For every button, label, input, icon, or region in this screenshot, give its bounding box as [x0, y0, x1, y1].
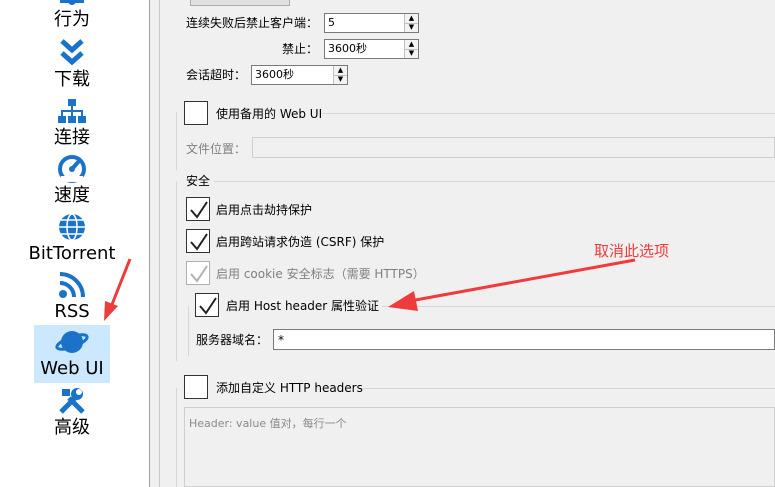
sidebar-item-webui[interactable]: Web UI: [34, 325, 110, 383]
ban-count-spinbox[interactable]: 5 ▲ ▼: [324, 13, 419, 33]
ban-duration-label: 禁止：: [282, 42, 319, 56]
spin-arrows[interactable]: ▲ ▼: [404, 14, 418, 32]
sidebar-item-label: 连接: [54, 127, 90, 148]
top-button-partial[interactable]: [190, 0, 290, 6]
csrf-checkbox[interactable]: [186, 229, 210, 253]
splitter[interactable]: [150, 0, 160, 487]
speedometer-icon: [58, 155, 86, 183]
spin-up-icon[interactable]: ▲: [405, 14, 418, 24]
webui-settings-panel: 连续失败后禁止客户端： 5 ▲ ▼ 禁止： 3600秒 ▲ ▼ 会话超时： 3600…: [162, 0, 775, 487]
custom-headers-textarea[interactable]: Header: value 值对，每行一个: [184, 407, 775, 487]
behavior-icon: [60, 0, 84, 5]
session-timeout-spinbox[interactable]: 3600秒 ▲ ▼: [251, 65, 348, 85]
host-header-checkbox[interactable]: [195, 293, 219, 317]
security-group-title: 安全: [186, 174, 211, 188]
globe-icon: [59, 213, 85, 241]
checkmark-icon: [190, 233, 208, 251]
session-timeout-label: 会话超时：: [186, 68, 247, 82]
group-border: [214, 181, 775, 182]
custom-headers-checkbox[interactable]: [184, 375, 208, 399]
server-domains-value: *: [278, 333, 284, 347]
group-border: [176, 181, 177, 361]
sidebar-item-label: Web UI: [40, 358, 104, 379]
alt-webui-checkbox[interactable]: [184, 101, 208, 125]
checkmark-icon: [190, 201, 208, 219]
sidebar-item-behavior[interactable]: 行为: [34, 0, 110, 34]
sidebar-item-label: 行为: [54, 9, 90, 30]
sidebar-item-label: 下载: [54, 69, 90, 90]
sidebar-item-label: RSS: [54, 301, 90, 322]
custom-headers-placeholder: Header: value 值对，每行一个: [189, 417, 347, 430]
group-border: [358, 388, 775, 389]
spin-arrows[interactable]: ▲ ▼: [333, 66, 347, 84]
file-location-label: 文件位置：: [186, 142, 247, 156]
subgroup-border: [188, 306, 189, 356]
network-icon: [58, 99, 86, 123]
sidebar-item-speed[interactable]: 速度: [34, 152, 110, 210]
spin-down-icon[interactable]: ▼: [334, 76, 347, 85]
spin-down-icon[interactable]: ▼: [405, 50, 418, 59]
sidebar-item-rss[interactable]: RSS: [34, 268, 110, 326]
sidebar-item-bittorrent[interactable]: BitTorrent: [29, 210, 116, 268]
sidebar-item-label: 高级: [54, 417, 90, 438]
sidebar: 行为 下载 连接 速度 BitTorrent RSS Web UI 高级: [0, 0, 150, 487]
clickjacking-label: 启用点击劫持保护: [216, 203, 313, 217]
spin-up-icon[interactable]: ▲: [334, 66, 347, 76]
custom-headers-label: 添加自定义 HTTP headers: [216, 381, 363, 395]
ban-label: 连续失败后禁止客户端：: [186, 16, 319, 30]
ban-duration-value: 3600秒: [328, 42, 367, 55]
ban-count-value: 5: [328, 16, 335, 29]
spin-down-icon[interactable]: ▼: [405, 24, 418, 33]
csrf-label: 启用跨站请求伪造 (CSRF) 保护: [216, 235, 385, 249]
clickjacking-checkbox[interactable]: [186, 197, 210, 221]
planet-icon: [55, 331, 89, 353]
sidebar-item-advanced[interactable]: 高级: [34, 384, 110, 442]
ban-duration-spinbox[interactable]: 3600秒 ▲ ▼: [324, 39, 419, 59]
rss-icon: [59, 272, 85, 298]
download-chevrons-icon: [60, 39, 84, 66]
cookie-secure-checkbox: [186, 261, 210, 285]
annotation-arrow-main: [388, 258, 636, 311]
host-header-label: 启用 Host header 属性验证: [226, 299, 380, 313]
group-border: [322, 113, 775, 114]
tools-icon: [59, 388, 85, 414]
sidebar-item-connection[interactable]: 连接: [34, 94, 110, 152]
annotation-arrow-sidebar: [104, 258, 132, 321]
server-domains-input[interactable]: *: [273, 329, 775, 350]
group-border: [176, 112, 177, 170]
sidebar-item-downloads[interactable]: 下载: [34, 36, 110, 94]
spin-arrows[interactable]: ▲ ▼: [404, 40, 418, 58]
session-timeout-value: 3600秒: [255, 68, 294, 81]
spin-up-icon[interactable]: ▲: [405, 40, 418, 50]
checkmark-icon: [199, 297, 217, 315]
group-border: [176, 388, 177, 487]
sidebar-item-label: 速度: [54, 185, 90, 206]
file-location-input[interactable]: [252, 137, 775, 158]
server-domains-label: 服务器域名：: [196, 333, 269, 347]
checkmark-icon: [190, 265, 208, 283]
alt-webui-label: 使用备用的 Web UI: [216, 107, 323, 121]
